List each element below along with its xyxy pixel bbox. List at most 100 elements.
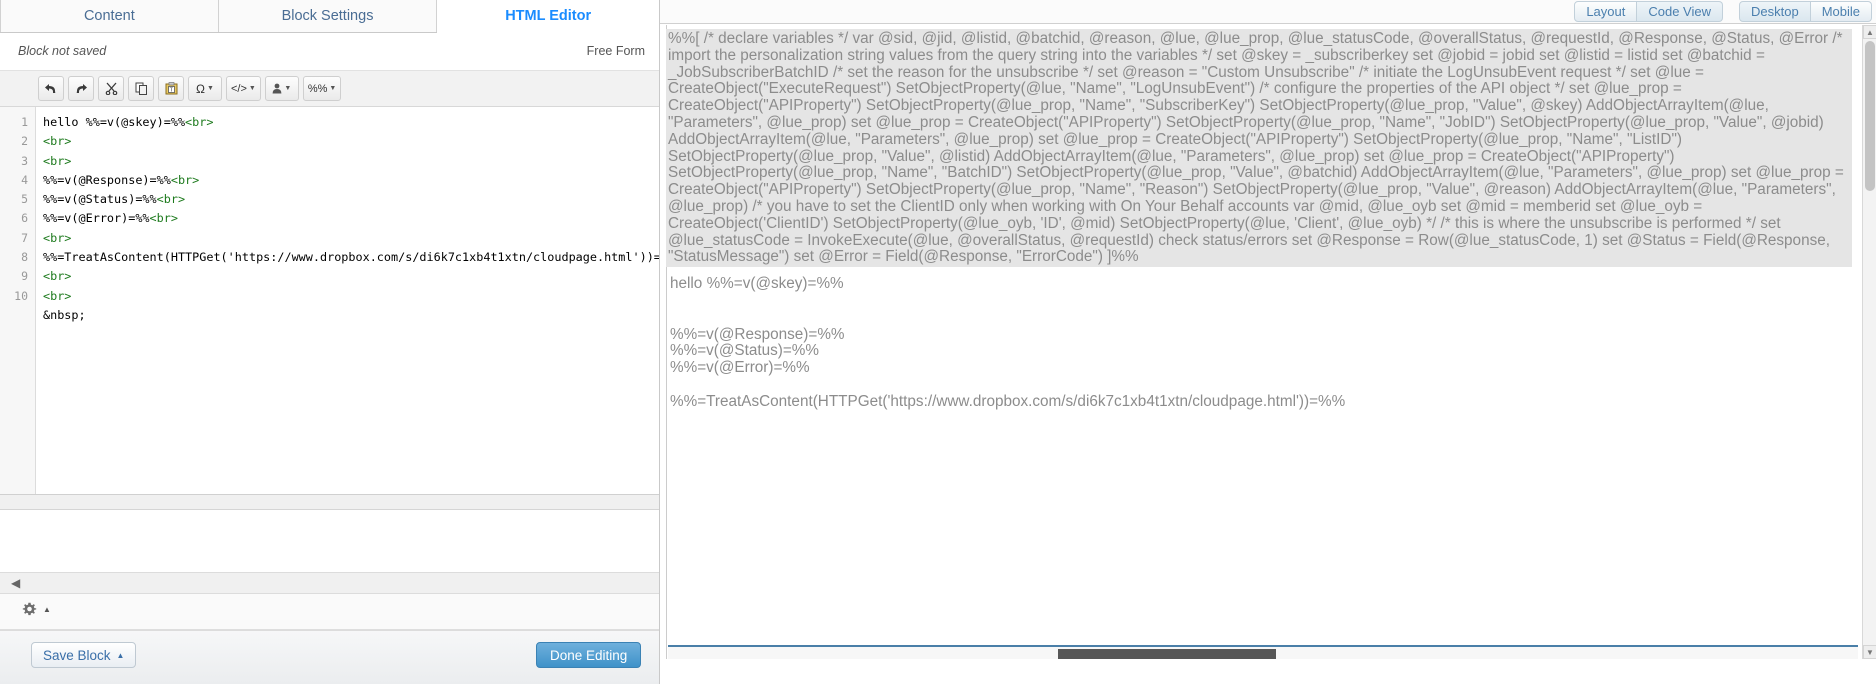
save-block-label: Save Block [43,647,111,663]
layout-label: Layout [1586,4,1626,19]
code-line: &nbsp; [43,306,659,325]
code-line: <br> [43,229,659,248]
code-token-tag: <br> [170,172,200,187]
left-editor-panel: Content Block Settings HTML Editor Block… [0,0,660,684]
chevron-down-icon: ▼ [284,85,292,92]
code-line: <br> [43,287,659,306]
code-line: <br> [43,267,659,286]
code-token-text: &nbsp; [43,307,86,322]
preview-vertical-scroll-thumb[interactable] [1865,41,1875,191]
line-number: 6 [21,211,28,226]
chevron-down-icon: ▼ [248,85,256,92]
desktop-view-button[interactable]: Desktop [1739,1,1811,22]
editor-toolbar: T Ω ▼ </> ▼ ▼ %% ▼ [0,71,659,107]
preview-horizontal-scrollbar[interactable] [668,645,1858,659]
preview-horizontal-scroll-thumb[interactable] [1058,649,1276,659]
mobile-label: Mobile [1821,4,1860,19]
editor-tab-strip: Content Block Settings HTML Editor [0,0,659,33]
line-number: 3 [21,153,28,168]
mobile-view-button[interactable]: Mobile [1810,1,1872,22]
preview-line-treatascontent: %%=TreatAsContent(HTTPGet('https://www.d… [670,392,1346,410]
device-mode-toggle: Desktop Mobile [1739,1,1872,22]
desktop-label: Desktop [1751,4,1799,19]
code-line: %%=v(@Status)=%%<br> [43,190,659,209]
line-number: 2 [21,134,28,149]
paste-clipboard-icon[interactable]: T [158,76,184,101]
preview-body[interactable]: %%[ /* declare variables */ var @sid, @j… [666,25,1862,659]
code-token-text: %%=v(@Error)=%% [43,211,150,226]
code-line: %%=v(@Error)=%%<br> [43,209,659,228]
line-number: 8 [21,250,28,265]
tab-block-settings[interactable]: Block Settings [218,0,438,32]
line-number: 9 [21,269,28,284]
code-token-text: %%=v(@Status)=%% [43,192,157,207]
code-line: <br> [43,152,659,171]
code-token-tag: <br> [185,115,214,129]
code-glyph: </> [231,82,247,95]
scroll-down-arrow-icon[interactable]: ▼ [1863,645,1876,659]
line-number: 1 [21,115,28,129]
preview-line-error: %%=v(@Error)=%% [670,359,810,377]
code-line: <br> [43,132,659,151]
line-number-gutter: 1 2 3 4 5 6 7 8 9 10 [0,107,36,494]
gear-icon[interactable]: ▲ [22,602,51,617]
html-code-editor[interactable]: 1 2 3 4 5 6 7 8 9 10 hello %%=v(@skey)=%%<br> <br>… [0,107,659,495]
code-token-tag: <br> [43,153,72,168]
code-line: %%=TreatAsContent(HTTPGet('https://www.d… [43,248,659,267]
block-status-row: Block not saved Free Form [0,33,659,71]
layout-view-button[interactable]: Layout [1574,1,1638,22]
settings-row: ▲ [0,594,659,630]
save-block-button[interactable]: Save Block ▲ [31,642,137,668]
chevron-up-icon: ▲ [43,605,51,614]
scissors-cut-icon[interactable] [98,76,124,101]
tab-html-editor-label: HTML Editor [505,8,592,24]
line-number: 10 [14,288,28,303]
code-token-text: %%=TreatAsContent(HTTPGet('https://www.d… [43,250,659,265]
selected-ampscript-block[interactable]: %%[ /* declare variables */ var @sid, @j… [666,29,1852,268]
code-token-tag: <br> [156,192,186,207]
code-token-tag: <br> [43,230,72,245]
preview-line-hello: hello %%=v(@skey)=%% [670,275,844,293]
html-editor-screen: Content Block Settings HTML Editor Block… [0,0,1876,684]
scroll-up-arrow-icon[interactable]: ▲ [1863,25,1876,39]
line-number: 4 [21,172,28,187]
percent-glyph: %% [307,82,328,95]
code-line: %%=v(@Response)=%%<br> [43,171,659,190]
copy-icon[interactable] [128,76,154,101]
code-token-tag: <br> [149,211,178,226]
done-editing-button[interactable]: Done Editing [536,642,642,668]
code-line: hello %%=v(@skey)=%%<br> [43,113,659,132]
omega-glyph: Ω [196,81,206,96]
code-content[interactable]: hello %%=v(@skey)=%%<br> <br> <br> %%=v(@Re… [37,107,659,494]
personalization-person-icon[interactable]: ▼ [264,76,299,101]
editor-footer-bar: Save Block ▲ Done Editing [0,630,659,684]
code-snippet-icon[interactable]: </> ▼ [226,76,261,101]
preview-content-area: %%[ /* declare variables */ var @sid, @j… [660,25,1876,659]
code-token-tag: <br> [43,134,72,149]
tab-content-label: Content [83,8,135,24]
line-number: 7 [21,230,28,245]
preview-panel: Layout Code View Desktop Mobile %%[ /* d… [660,0,1876,684]
ampscript-icon[interactable]: %% ▼ [302,76,342,101]
free-form-label: Free Form [586,44,645,58]
special-character-icon[interactable]: Ω ▼ [188,76,222,101]
preview-line-status: %%=v(@Status)=%% [670,342,820,360]
code-token-text: hello %%=v(@skey)=%% [43,115,186,129]
collapse-panel-row: ◀ [0,572,659,594]
code-token-tag: <br> [43,288,72,303]
collapse-left-arrow-icon[interactable]: ◀ [11,577,20,589]
undo-arrow-icon[interactable] [38,76,64,101]
editor-horizontal-scrollbar[interactable] [0,495,659,510]
view-mode-toggle: Layout Code View [1574,1,1723,22]
code-view-button[interactable]: Code View [1637,1,1723,22]
tab-html-editor[interactable]: HTML Editor [437,0,659,33]
preview-toolbar: Layout Code View Desktop Mobile [660,0,1876,24]
redo-arrow-icon[interactable] [68,76,94,101]
preview-vertical-scrollbar[interactable]: ▲ ▼ [1862,25,1876,659]
tab-content[interactable]: Content [0,0,219,32]
code-view-label: Code View [1648,4,1711,19]
tab-block-settings-label: Block Settings [281,8,374,24]
line-number: 5 [21,192,28,207]
